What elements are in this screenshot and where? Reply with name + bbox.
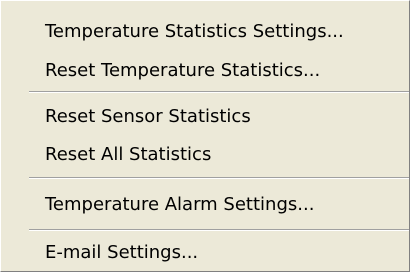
- menu-item-email-settings[interactable]: E-mail Settings...: [45, 239, 198, 267]
- menu-item-reset-sensor-statistics[interactable]: Reset Sensor Statistics: [45, 103, 251, 131]
- menu-item-temperature-alarm-settings[interactable]: Temperature Alarm Settings...: [45, 191, 314, 219]
- menu-separator: [29, 91, 409, 93]
- menu-item-temperature-statistics-settings[interactable]: Temperature Statistics Settings...: [45, 18, 344, 46]
- menu-item-reset-all-statistics[interactable]: Reset All Statistics: [45, 141, 211, 169]
- context-menu: Temperature Statistics Settings... Reset…: [0, 0, 410, 272]
- menu-separator: [29, 229, 409, 231]
- menu-item-reset-temperature-statistics[interactable]: Reset Temperature Statistics...: [45, 57, 320, 85]
- menu-separator: [29, 177, 409, 179]
